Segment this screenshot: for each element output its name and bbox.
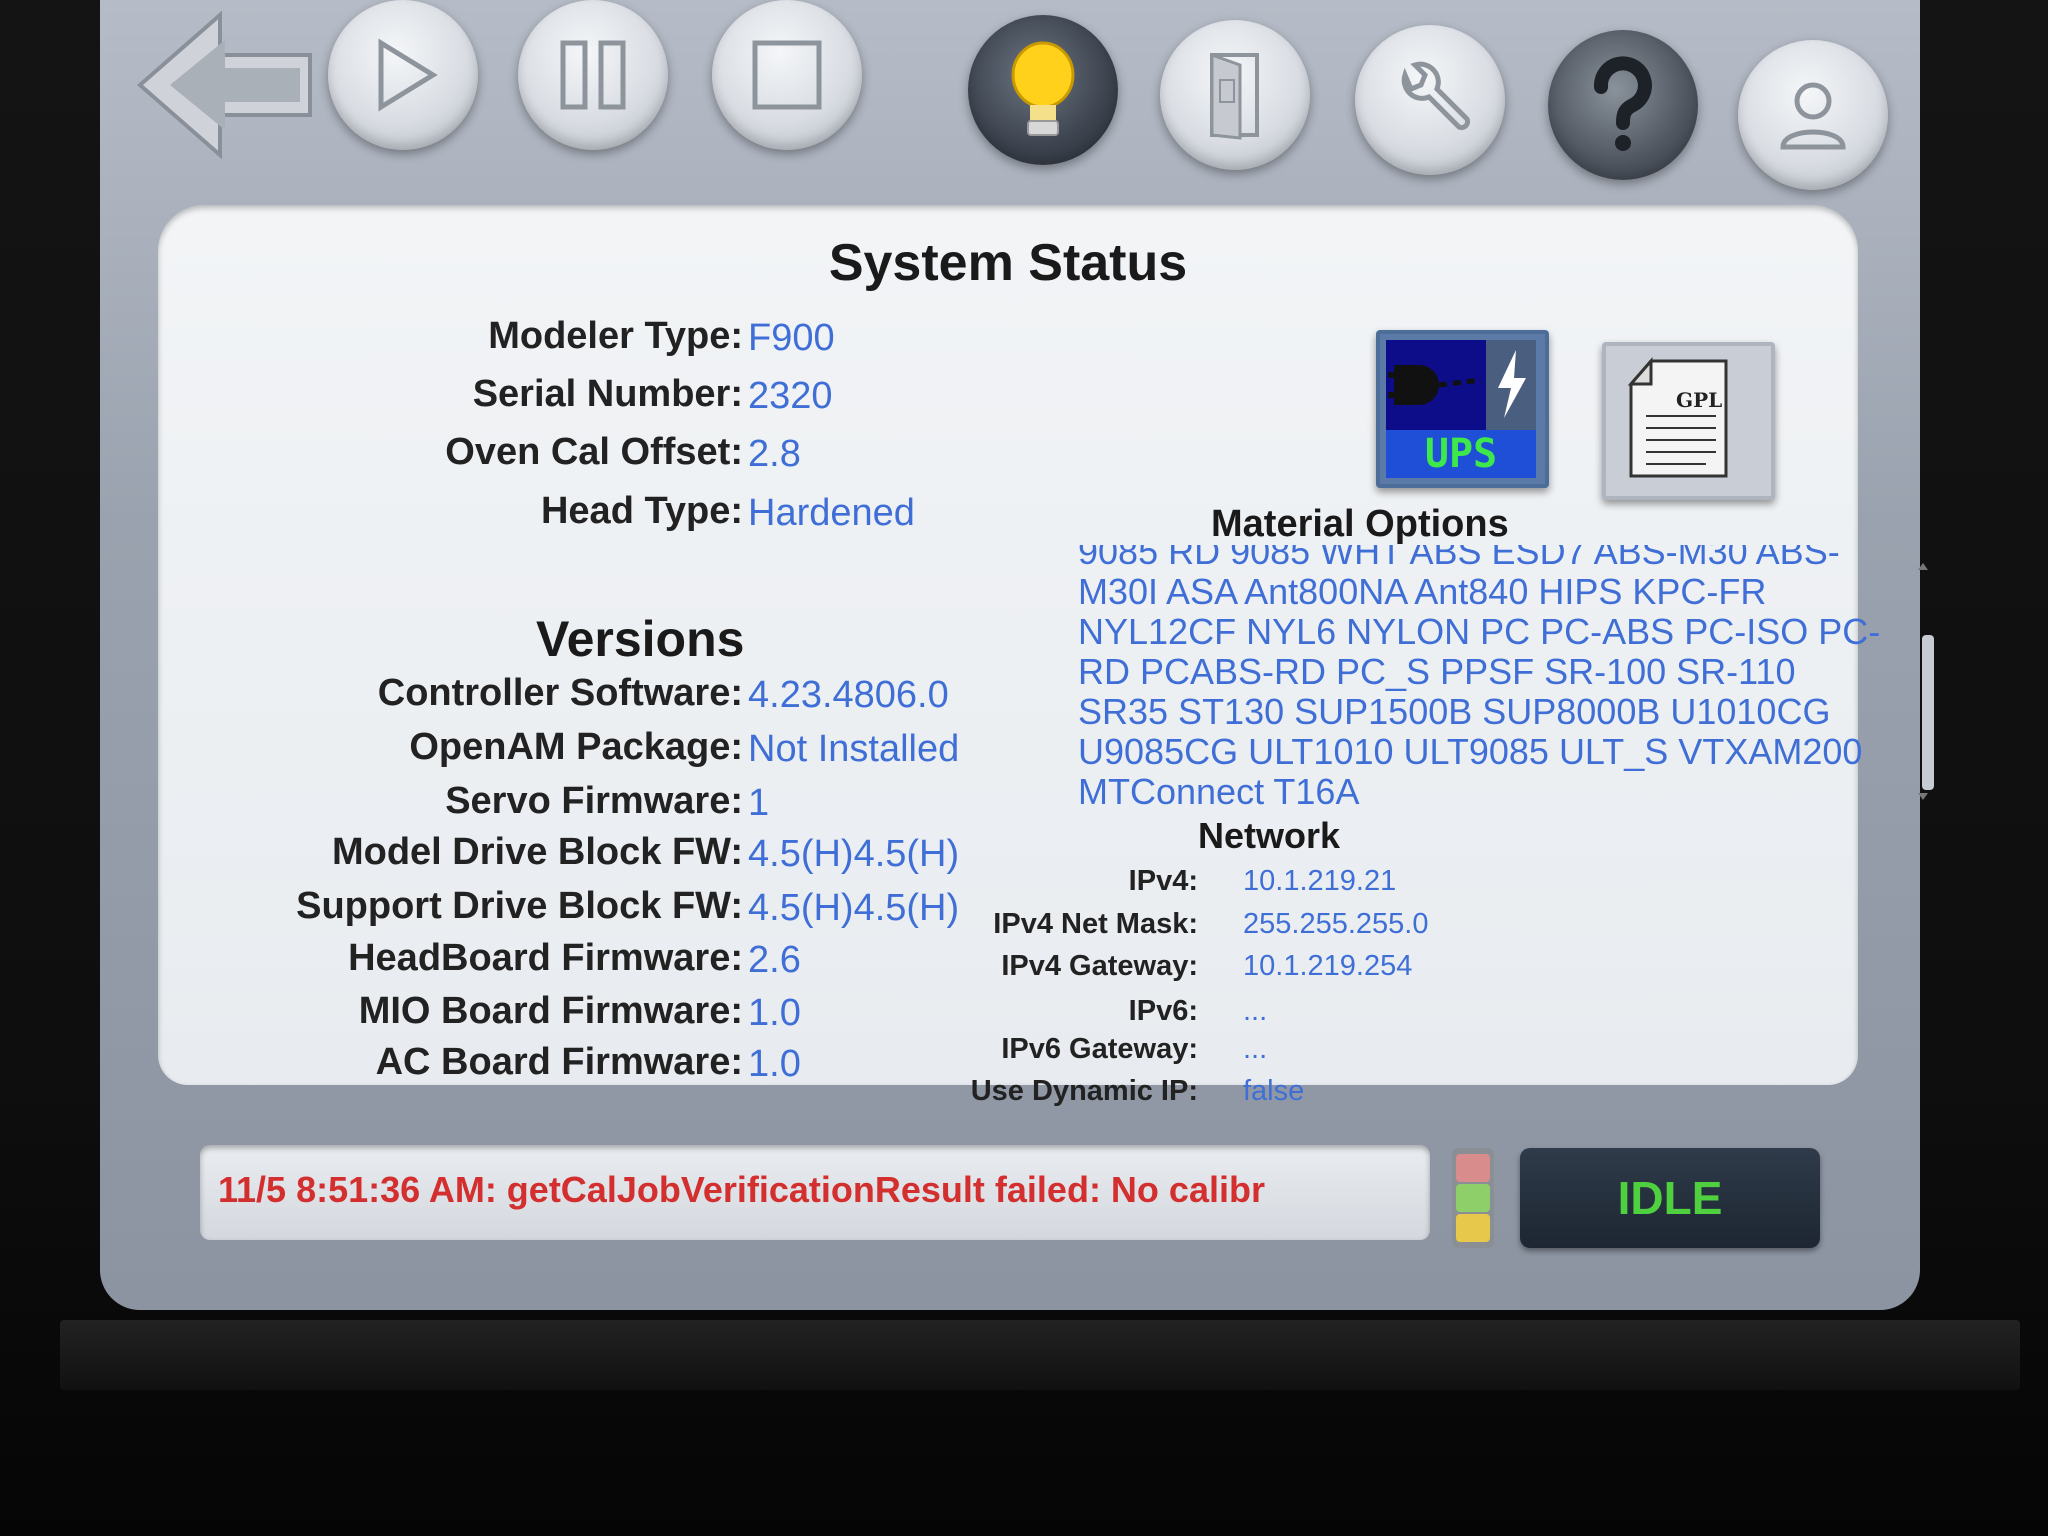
stop-icon — [752, 40, 822, 110]
serial-number-value: 2320 — [748, 375, 833, 417]
network-label: IPv4: — [1128, 865, 1198, 897]
material-line: 9085 RD 9085 WHT ABS ESD7 ABS-M30 ABS- — [1078, 545, 1840, 572]
version-value: Not Installed — [748, 728, 960, 770]
pause-icon — [560, 40, 626, 110]
help-button[interactable] — [1548, 30, 1698, 180]
version-label: AC Board Firmware: — [375, 1041, 743, 1083]
network-title: Network — [1198, 815, 1341, 856]
version-value: 2.6 — [748, 939, 801, 981]
stop-button[interactable] — [712, 0, 862, 150]
material-line: M30I ASA Ant800NA Ant840 HIPS KPC-FR — [1078, 571, 1767, 612]
head-type-value: Hardened — [748, 492, 915, 534]
wrench-icon — [1401, 61, 1471, 131]
ups-icon[interactable]: UPS — [1376, 330, 1549, 488]
network-label: IPv6 Gateway: — [1001, 1033, 1198, 1065]
state-indicator: IDLE — [1520, 1148, 1820, 1248]
material-scrollbar-thumb[interactable] — [1922, 635, 1934, 790]
light-button[interactable] — [968, 15, 1118, 165]
version-label: OpenAM Package: — [409, 726, 743, 768]
version-label: Controller Software: — [377, 672, 743, 714]
help-icon — [1593, 56, 1652, 151]
version-label: Support Drive Block FW: — [296, 885, 743, 927]
modeler-type-value: F900 — [748, 317, 835, 359]
material-options-title: Material Options — [1211, 503, 1509, 545]
head-type-label: Head Type: — [540, 490, 743, 532]
version-label: Model Drive Block FW: — [331, 831, 743, 873]
version-row: Servo Firmware: — [158, 780, 743, 836]
material-line: SR35 ST130 SUP1500B SUP8000B U1010CG — [1078, 691, 1831, 732]
green-light — [1456, 1184, 1490, 1212]
modeler-type-row: Modeler Type: — [158, 315, 743, 371]
version-label: HeadBoard Firmware: — [348, 937, 743, 979]
play-button[interactable] — [328, 0, 478, 150]
version-value: 1 — [748, 782, 770, 824]
version-row: AC Board Firmware: — [158, 1041, 743, 1097]
user-icon — [1780, 82, 1846, 150]
network-label: IPv6: — [1128, 995, 1198, 1027]
toolbar — [100, 0, 1920, 200]
bezel-lip — [60, 1320, 2020, 1390]
version-value: 1.0 — [748, 992, 801, 1034]
version-value: 1.0 — [748, 1043, 801, 1085]
plug-icon — [1388, 340, 1536, 430]
page-title: System Status — [828, 234, 1188, 292]
version-label: Servo Firmware: — [445, 780, 743, 822]
back-arrow-icon[interactable] — [130, 10, 330, 160]
version-row: OpenAM Package: — [158, 726, 743, 782]
document-icon — [1627, 356, 1728, 478]
oven-cal-value: 2.8 — [748, 433, 801, 475]
maintenance-button[interactable] — [1355, 25, 1505, 175]
version-row: Controller Software: — [158, 672, 743, 728]
message-bar: 11/5 8:51:36 AM: getCalJobVerificationRe… — [200, 1145, 1430, 1240]
versions-title: Versions — [536, 611, 745, 667]
material-line: MTConnect T16A — [1078, 771, 1360, 808]
gpl-label: GPL — [1676, 388, 1723, 412]
network-value: ... — [1243, 1033, 1268, 1065]
material-line: NYL12CF NYL6 NYLON PC PC-ABS PC-ISO PC- — [1078, 611, 1881, 652]
material-line: RD PCABS-RD PC_S PPSF SR-100 SR-110 — [1078, 651, 1796, 692]
oven-cal-row: Oven Cal Offset: — [158, 431, 743, 487]
system-status-panel: System Status Modeler Type: F900 Serial … — [158, 205, 1934, 1107]
network-label: IPv4 Net Mask: — [993, 908, 1198, 940]
version-row: HeadBoard Firmware: — [158, 937, 743, 993]
yellow-light — [1456, 1214, 1490, 1242]
head-type-row: Head Type: — [158, 490, 743, 546]
lightbulb-icon — [1011, 41, 1075, 136]
ups-label: UPS — [1386, 430, 1536, 478]
network-value: 10.1.219.254 — [1243, 950, 1413, 982]
material-options-text: 9085 RD 9085 WHT ABS ESD7 ABS-M30 ABS- M3… — [1078, 545, 1888, 807]
door-button[interactable] — [1160, 20, 1310, 170]
door-icon — [1210, 52, 1259, 140]
network-value: 10.1.219.21 — [1243, 865, 1397, 897]
modeler-type-label: Modeler Type: — [488, 315, 743, 357]
gpl-license-icon[interactable]: GPL — [1602, 342, 1775, 500]
touchscreen: System Status Modeler Type: F900 Serial … — [100, 0, 1934, 1310]
red-light — [1456, 1154, 1490, 1182]
version-row: MIO Board Firmware: — [158, 990, 743, 1046]
network-value: ... — [1243, 995, 1268, 1027]
serial-number-row: Serial Number: — [158, 373, 743, 429]
version-value: 4.23.4806.0 — [748, 674, 949, 716]
status-lights — [1452, 1148, 1494, 1248]
version-value: 4.5(H)4.5(H) — [748, 833, 960, 875]
material-options-list[interactable]: 9085 RD 9085 WHT ABS ESD7 ABS-M30 ABS- M3… — [1078, 545, 1898, 807]
version-row: Model Drive Block FW: — [158, 831, 743, 887]
network-value: 255.255.255.0 — [1243, 908, 1429, 940]
status-message: 11/5 8:51:36 AM: getCalJobVerificationRe… — [218, 1169, 1265, 1210]
serial-number-label: Serial Number: — [472, 373, 743, 415]
version-label: MIO Board Firmware: — [358, 990, 743, 1032]
network-label: IPv4 Gateway: — [1001, 950, 1198, 982]
network-label: Use Dynamic IP: — [970, 1075, 1198, 1107]
oven-cal-label: Oven Cal Offset: — [445, 431, 743, 473]
network-value: false — [1243, 1075, 1305, 1107]
material-line: U9085CG ULT1010 ULT9085 ULT_S VTXAM200 — [1078, 731, 1863, 772]
ups-plug-area — [1386, 340, 1536, 430]
version-value: 4.5(H)4.5(H) — [748, 887, 960, 929]
pause-button[interactable] — [518, 0, 668, 150]
user-button[interactable] — [1738, 40, 1888, 190]
version-row: Support Drive Block FW: — [158, 885, 743, 941]
play-icon — [378, 38, 438, 112]
